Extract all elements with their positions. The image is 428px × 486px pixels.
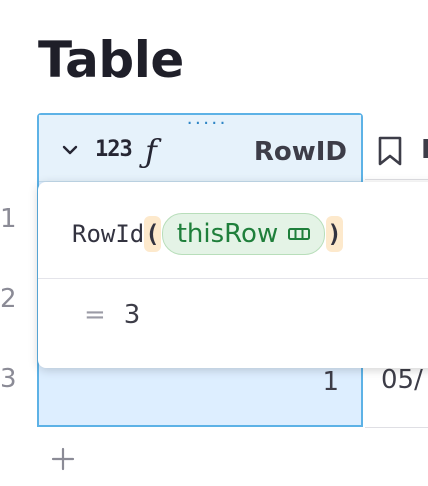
equals-sign: = bbox=[84, 300, 106, 330]
bookmark-icon bbox=[378, 136, 402, 166]
function-name: RowId bbox=[72, 220, 145, 248]
token-label: thisRow bbox=[176, 219, 279, 249]
column-header[interactable]: I bbox=[365, 113, 428, 180]
open-paren: ( bbox=[144, 216, 161, 252]
divider bbox=[38, 278, 428, 279]
column-name[interactable]: RowID bbox=[254, 137, 347, 167]
result-value: 3 bbox=[123, 300, 141, 330]
formula-result: = 3 bbox=[84, 300, 140, 330]
formula-icon: ƒ bbox=[145, 132, 157, 170]
column-drag-handle[interactable]: ····· bbox=[186, 117, 227, 129]
page: Table 1 2 3 ····· 123 ƒ RowID 1 I 05/ Ro… bbox=[0, 0, 428, 486]
close-paren: ) bbox=[326, 216, 343, 252]
chevron-down-icon[interactable] bbox=[61, 141, 79, 159]
column-name[interactable]: I bbox=[421, 135, 428, 165]
row-number: 1 bbox=[0, 204, 17, 234]
row-number: 2 bbox=[0, 284, 17, 314]
this-row-token[interactable]: thisRow bbox=[161, 213, 326, 255]
formula-input[interactable]: RowId ( thisRow ) bbox=[72, 212, 343, 256]
table-cell[interactable]: 05/ bbox=[381, 365, 423, 395]
column-header[interactable]: ····· 123 ƒ RowID bbox=[39, 115, 361, 182]
column-type-label: 123 bbox=[95, 137, 133, 162]
row-icon bbox=[288, 228, 311, 240]
formula-editor[interactable]: RowId ( thisRow ) = 3 bbox=[38, 182, 428, 368]
page-title: Table bbox=[38, 31, 184, 89]
plus-icon[interactable] bbox=[50, 446, 76, 472]
row-number: 3 bbox=[0, 364, 17, 394]
table-cell[interactable]: 1 bbox=[322, 367, 339, 397]
